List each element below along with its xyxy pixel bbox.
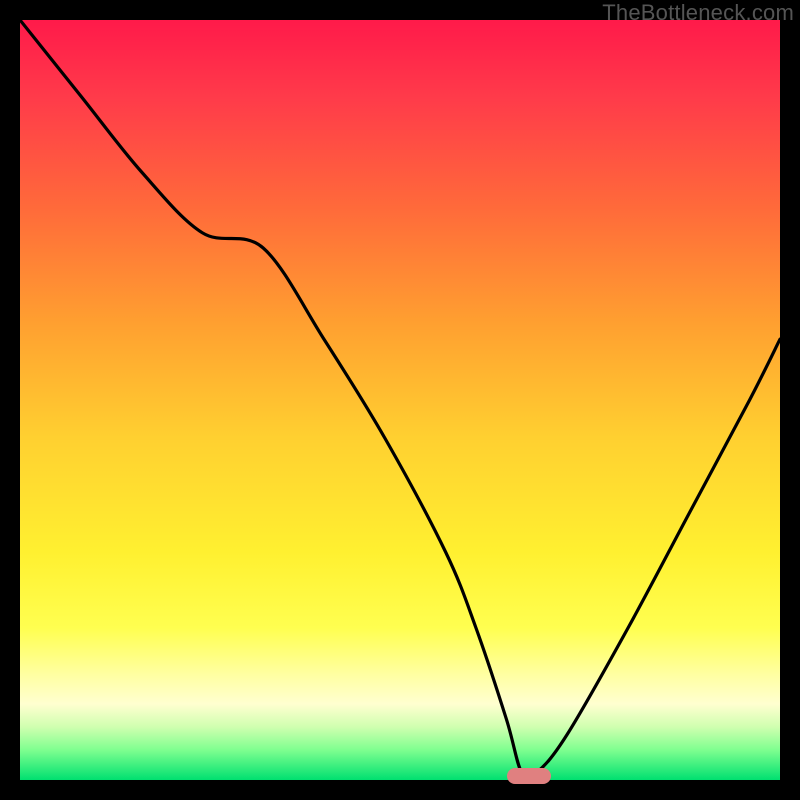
optimum-marker (507, 768, 551, 784)
bottleneck-curve-path (20, 20, 780, 778)
bottleneck-curve-svg (20, 20, 780, 780)
plot-area (20, 20, 780, 780)
chart-container: TheBottleneck.com (0, 0, 800, 800)
